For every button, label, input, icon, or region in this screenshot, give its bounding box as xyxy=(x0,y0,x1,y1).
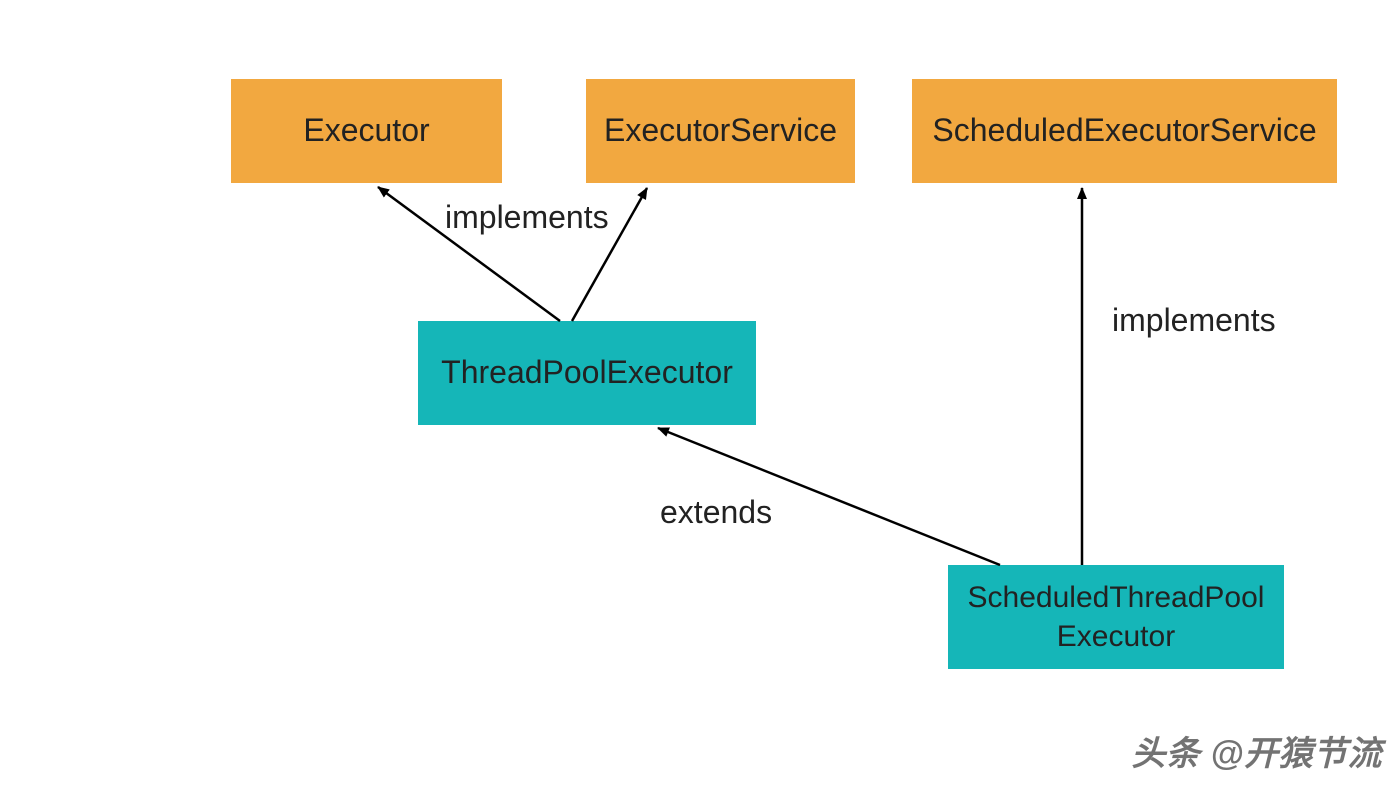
node-thread-pool-executor: ThreadPoolExecutor xyxy=(418,321,756,425)
node-scheduled-thread-pool-executor-label: ScheduledThreadPool Executor xyxy=(968,578,1265,656)
edge-label-stpe-implements: implements xyxy=(1112,302,1276,339)
node-executor: Executor xyxy=(231,79,502,183)
node-scheduled-executor-service: ScheduledExecutorService xyxy=(912,79,1337,183)
node-executor-service: ExecutorService xyxy=(586,79,855,183)
edge-label-tpe-implements: implements xyxy=(445,199,609,236)
watermark-text: 头条 @开猿节流 xyxy=(1131,726,1382,775)
edge-label-stpe-extends: extends xyxy=(660,494,772,531)
node-executor-service-label: ExecutorService xyxy=(604,110,837,152)
node-scheduled-thread-pool-executor: ScheduledThreadPool Executor xyxy=(948,565,1284,669)
node-thread-pool-executor-label: ThreadPoolExecutor xyxy=(441,352,733,394)
node-executor-label: Executor xyxy=(303,110,429,152)
node-scheduled-executor-service-label: ScheduledExecutorService xyxy=(932,110,1316,152)
